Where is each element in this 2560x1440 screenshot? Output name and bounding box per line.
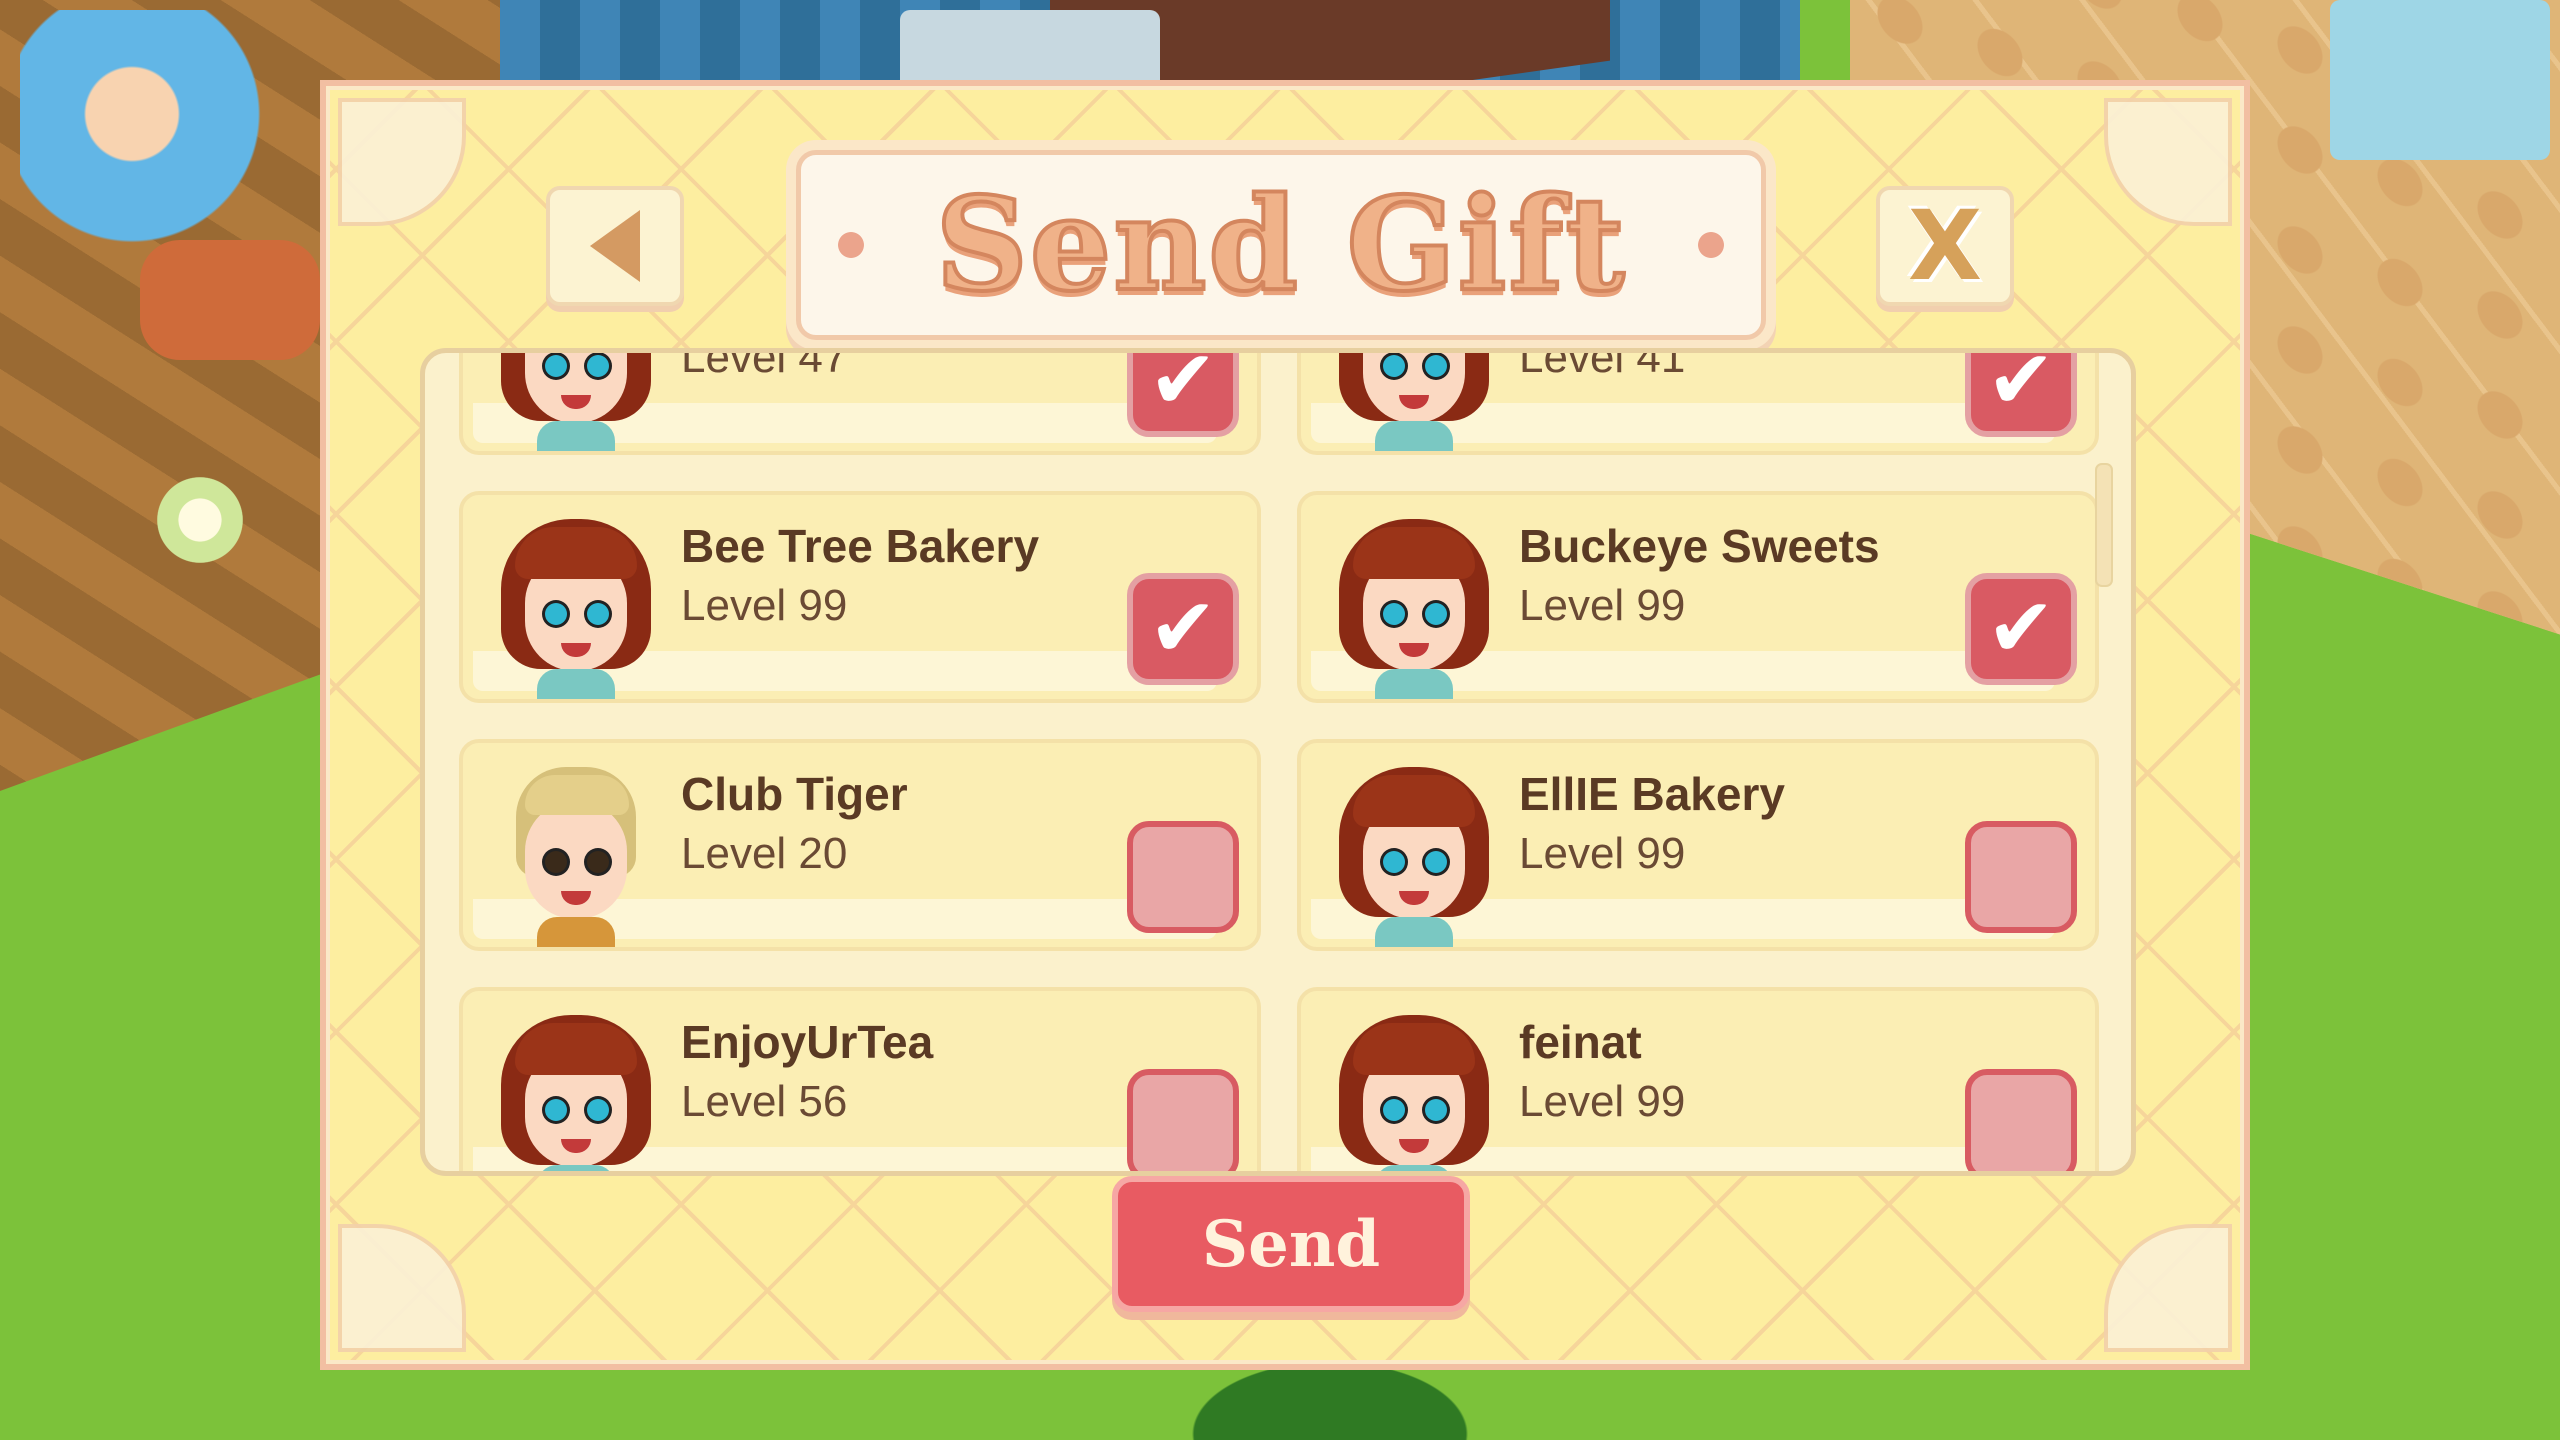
checkmark-icon: ✔ bbox=[1986, 581, 2056, 676]
friend-card[interactable]: EllIE Bakery Level 99 ✔ bbox=[1297, 739, 2099, 951]
corner-ornament bbox=[2104, 1224, 2232, 1352]
select-friend-checkbox[interactable]: ✔ bbox=[1127, 821, 1239, 933]
friend-name: Buckeye Sweets bbox=[1519, 520, 1880, 572]
select-friend-checkbox[interactable]: ✔ bbox=[1127, 573, 1239, 685]
friend-name: Bee Tree Bakery bbox=[681, 520, 1040, 572]
checkmark-icon: ✔ bbox=[1986, 348, 2056, 428]
friend-grid: Level 47 ✔ Level 41 ✔ Bee Tree Bakery Level 9… bbox=[459, 348, 2099, 1171]
friend-card[interactable]: feinat Level 99 ✔ bbox=[1297, 987, 2099, 1171]
friend-level: Level 20 bbox=[681, 829, 848, 878]
flower-plant bbox=[150, 470, 250, 570]
send-button[interactable]: Send bbox=[1112, 1176, 1470, 1312]
friend-level: Level 99 bbox=[1519, 581, 1686, 630]
friend-level: Level 99 bbox=[1519, 1077, 1686, 1126]
close-button[interactable]: X bbox=[1876, 186, 2014, 306]
friend-avatar bbox=[491, 1011, 661, 1171]
friend-card[interactable]: Club Tiger Level 20 ✔ bbox=[459, 739, 1261, 951]
dialog-title: Send Gift bbox=[933, 168, 1627, 322]
select-friend-checkbox[interactable]: ✔ bbox=[1127, 1069, 1239, 1171]
select-friend-checkbox[interactable]: ✔ bbox=[1965, 821, 2077, 933]
close-icon: X bbox=[1907, 190, 1982, 302]
checkmark-icon: ✔ bbox=[1148, 581, 1218, 676]
checkmark-icon: ✔ bbox=[1148, 348, 1218, 428]
customer-sprites bbox=[20, 10, 300, 270]
counter-decor bbox=[900, 10, 1160, 90]
friend-avatar bbox=[1329, 1011, 1499, 1171]
corner-ornament bbox=[338, 98, 466, 226]
friend-card[interactable]: Buckeye Sweets Level 99 ✔ bbox=[1297, 491, 2099, 703]
send-button-label: Send bbox=[1201, 1206, 1381, 1282]
title-plate: Send Gift bbox=[796, 150, 1766, 340]
friend-card[interactable]: Level 47 ✔ bbox=[459, 348, 1261, 455]
friend-avatar bbox=[491, 353, 661, 451]
back-arrow-icon bbox=[590, 210, 640, 282]
friend-level: Level 41 bbox=[1519, 348, 1686, 382]
select-friend-checkbox[interactable]: ✔ bbox=[1965, 573, 2077, 685]
bread-shelf bbox=[2330, 0, 2550, 160]
select-friend-checkbox[interactable]: ✔ bbox=[1965, 348, 2077, 437]
friend-level: Level 99 bbox=[1519, 829, 1686, 878]
friend-level: Level 56 bbox=[681, 1077, 848, 1126]
friend-card[interactable]: Level 41 ✔ bbox=[1297, 348, 2099, 455]
bear-cushion bbox=[140, 240, 320, 360]
friend-avatar bbox=[491, 515, 661, 699]
select-friend-checkbox[interactable]: ✔ bbox=[1127, 348, 1239, 437]
back-button[interactable] bbox=[546, 186, 684, 306]
friend-avatar bbox=[1329, 515, 1499, 699]
friend-avatar bbox=[491, 763, 661, 947]
corner-ornament bbox=[338, 1224, 466, 1352]
send-gift-dialog: Send Gift X Level 47 ✔ Level 41 ✔ Bee Tree B… bbox=[320, 80, 2250, 1370]
friend-level: Level 99 bbox=[681, 581, 848, 630]
friend-list-panel[interactable]: Level 47 ✔ Level 41 ✔ Bee Tree Bakery Level 9… bbox=[420, 348, 2136, 1176]
friend-name: feinat bbox=[1519, 1016, 1642, 1068]
select-friend-checkbox[interactable]: ✔ bbox=[1965, 1069, 2077, 1171]
friend-name: Club Tiger bbox=[681, 768, 908, 820]
scrollbar[interactable] bbox=[2095, 463, 2113, 587]
friend-level: Level 47 bbox=[681, 348, 848, 382]
friend-avatar bbox=[1329, 353, 1499, 451]
friend-name: EllIE Bakery bbox=[1519, 768, 1785, 820]
corner-ornament bbox=[2104, 98, 2232, 226]
friend-card[interactable]: EnjoyUrTea Level 56 ✔ bbox=[459, 987, 1261, 1171]
friend-avatar bbox=[1329, 763, 1499, 947]
friend-name: EnjoyUrTea bbox=[681, 1016, 934, 1068]
friend-card[interactable]: Bee Tree Bakery Level 99 ✔ bbox=[459, 491, 1261, 703]
